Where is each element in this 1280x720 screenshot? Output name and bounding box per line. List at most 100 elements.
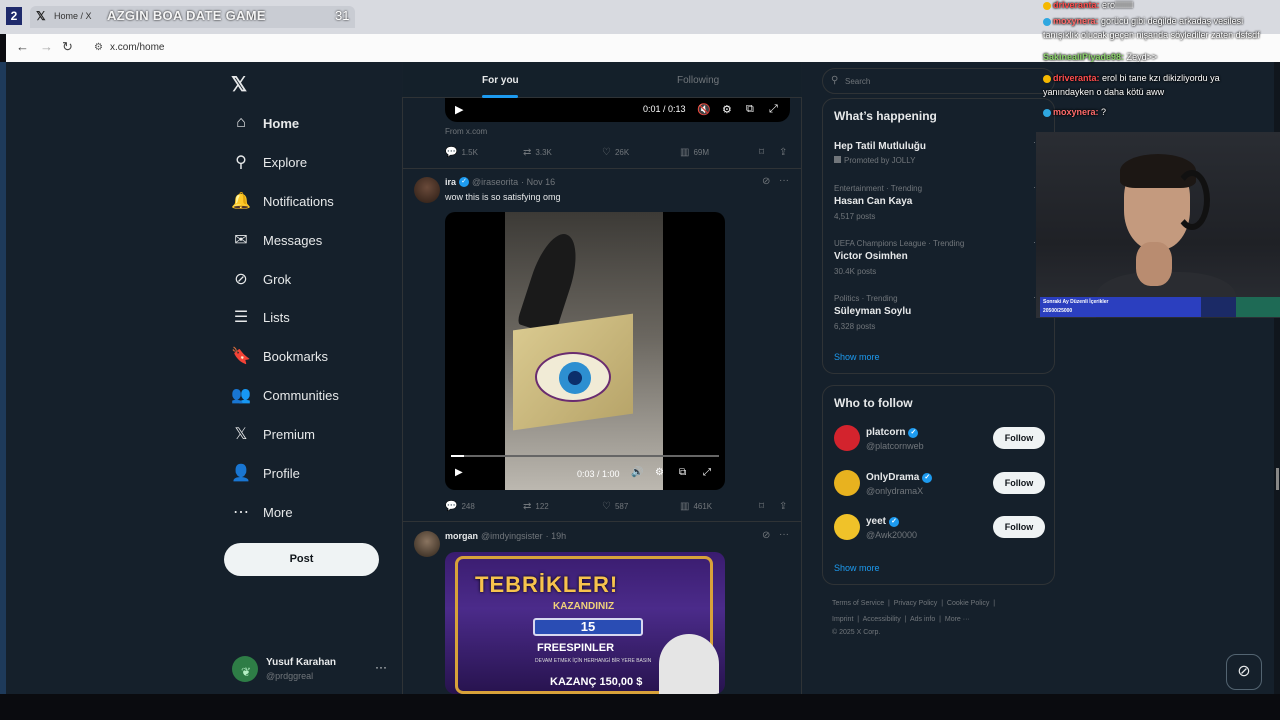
accessibility-link[interactable]: Accessibility [863, 616, 901, 623]
tab-active-indicator [482, 95, 518, 98]
x-logo-icon[interactable]: 𝕏 [231, 72, 247, 97]
more-dots-icon[interactable]: ··· [375, 660, 387, 674]
share-button[interactable]: ⇪ [779, 501, 787, 512]
author-handle[interactable]: @iraseorita [472, 177, 518, 187]
repost-button[interactable]: ⇄ 122 [523, 501, 549, 512]
play-icon[interactable]: ▶ [455, 467, 463, 478]
sidebar-item-more[interactable]: ⋯ More [230, 499, 293, 525]
imprint-link[interactable]: Imprint [832, 616, 853, 623]
follow-user-handle[interactable]: @platcornweb [866, 441, 924, 451]
sidebar-item-label: More [263, 504, 293, 520]
pip-icon[interactable]: ⧉ [679, 467, 686, 478]
fullscreen-icon[interactable]: ⤢ [703, 467, 711, 478]
sidebar-item-lists[interactable]: ☰ Lists [230, 304, 290, 330]
sidebar-item-grok[interactable]: ⊘ Grok [230, 266, 291, 292]
trend-meta: Politics · Trending [834, 294, 898, 303]
reply-button[interactable]: 💬 1.5K [445, 147, 478, 158]
view-count: 461K [693, 502, 713, 511]
follow-user-name[interactable]: yeet ✓ [866, 516, 900, 527]
footer-links: Terms of Service | Privacy Policy | Cook… [832, 600, 996, 607]
like-button[interactable]: ♡ 587 [602, 501, 628, 512]
show-more-link[interactable]: Show more [834, 352, 880, 362]
views-button[interactable]: ▥ 69M [680, 147, 709, 158]
sidebar-item-bookmarks[interactable]: 🔖 Bookmarks [230, 343, 328, 369]
tweet-date[interactable]: · Nov 16 [521, 177, 555, 187]
tweet-video[interactable]: ▶ 0:03 / 1:00 🔊 ⚙ ⧉ ⤢ [445, 212, 725, 490]
scrollbar-thumb[interactable] [1276, 468, 1279, 490]
chat-message: yanındayken o daha kötü aww [1043, 87, 1164, 97]
trend-name[interactable]: Hep Tatil Mutluluğu [834, 141, 926, 152]
author-name[interactable]: morgan [445, 531, 478, 541]
volume-icon[interactable]: 🔊 [631, 467, 643, 478]
privacy-link[interactable]: Privacy Policy [894, 600, 938, 607]
settings-icon[interactable]: ⚙ [655, 467, 664, 478]
follow-user-handle[interactable]: @onlydramaX [866, 486, 923, 496]
site-info-icon[interactable]: ⚙ [94, 42, 106, 54]
cookie-link[interactable]: Cookie Policy [947, 600, 989, 607]
tweet-date[interactable]: · 19h [546, 531, 567, 541]
like-button[interactable]: ♡ 26K [602, 147, 629, 158]
account-switcher[interactable]: ❦ Yusuf Karahan @prdggreal ··· [230, 652, 390, 686]
reply-button[interactable]: 💬 248 [445, 501, 475, 512]
share-button[interactable]: ⇪ [779, 147, 787, 158]
post-button[interactable]: Post [224, 543, 379, 576]
follow-user-handle[interactable]: @Awk20000 [866, 530, 917, 540]
repost-button[interactable]: ⇄ 3.3K [523, 147, 552, 158]
show-more-link[interactable]: Show more [834, 563, 880, 573]
grok-fab-button[interactable]: ⊘ [1226, 654, 1262, 690]
sidebar-item-explore[interactable]: ⚲ Explore [230, 149, 307, 175]
views-button[interactable]: ▥ 461K [680, 501, 712, 512]
bookmark-icon: ⌑ [759, 501, 765, 512]
avatar[interactable] [414, 531, 440, 557]
avatar[interactable] [834, 425, 860, 451]
bookmark-button[interactable]: ⌑ [759, 147, 764, 158]
chat-text: erol bi tane kzı dikizliyordu ya [1102, 73, 1220, 83]
url-text[interactable]: x.com/home [110, 42, 164, 53]
pip-icon[interactable]: ⧉ [746, 103, 754, 116]
trend-name[interactable]: Hasan Can Kaya [834, 196, 912, 207]
chat-text: gorücü gibi değilde arkadaş vesilesi [1101, 16, 1244, 26]
follow-button[interactable]: Follow [993, 516, 1045, 538]
avatar[interactable] [834, 470, 860, 496]
follow-user-name[interactable]: platcorn ✓ [866, 427, 919, 438]
goal-accent [1236, 297, 1280, 317]
sidebar-item-communities[interactable]: 👥 Communities [230, 382, 339, 408]
trend-name[interactable]: Victor Osimhen [834, 251, 908, 262]
mute-icon[interactable]: 🔇 [697, 103, 711, 116]
sidebar-item-premium[interactable]: 𝕏 Premium [230, 421, 315, 447]
reload-icon[interactable]: ↻ [62, 40, 73, 54]
grok-icon[interactable]: ⊘ [762, 530, 770, 541]
back-arrow-icon[interactable]: ← [16, 40, 29, 54]
tab-following[interactable]: Following [677, 75, 719, 86]
ads-info-link[interactable]: Ads info [910, 616, 935, 623]
follow-button[interactable]: Follow [993, 427, 1045, 449]
forward-arrow-icon[interactable]: → [40, 40, 53, 54]
trend-name[interactable]: Süleyman Soylu [834, 306, 911, 317]
play-icon[interactable]: ▶ [455, 103, 463, 116]
sidebar-item-messages[interactable]: ✉ Messages [230, 227, 322, 253]
more-link[interactable]: More ··· [945, 616, 970, 623]
sidebar-item-profile[interactable]: 👤 Profile [230, 460, 300, 486]
avatar[interactable] [834, 514, 860, 540]
sidebar-item-home[interactable]: ⌂ Home [230, 110, 299, 136]
tab-for-you[interactable]: For you [482, 75, 519, 86]
author-name[interactable]: ira [445, 177, 456, 187]
follow-button[interactable]: Follow [993, 472, 1045, 494]
search-input[interactable]: ⚲ Search [822, 68, 1055, 94]
share-icon: ⇪ [779, 147, 788, 158]
settings-icon[interactable]: ⚙ [722, 103, 732, 116]
more-dots-icon[interactable]: ··· [779, 175, 789, 186]
grok-icon[interactable]: ⊘ [762, 176, 770, 187]
chat-message: moxynera: ? [1043, 107, 1106, 117]
author-handle[interactable]: @imdyingsister [481, 531, 543, 541]
avatar[interactable] [414, 177, 440, 203]
follow-user-name[interactable]: OnlyDrama ✓ [866, 472, 933, 483]
fullscreen-icon[interactable]: ⤢ [769, 103, 778, 116]
bookmark-button[interactable]: ⌑ [759, 501, 764, 512]
terms-link[interactable]: Terms of Service [832, 600, 884, 607]
tweet-image[interactable]: TEBRİKLER! KAZANDINIZ 15 FREESPINLER DEV… [445, 552, 725, 694]
sidebar-item-notifications[interactable]: 🔔 Notifications [230, 188, 334, 214]
more-dots-icon[interactable]: ··· [779, 529, 789, 540]
video-progress-bar[interactable] [451, 455, 719, 457]
chat-message: tanışıklık olucak geçen nişanda söyledil… [1043, 30, 1260, 40]
